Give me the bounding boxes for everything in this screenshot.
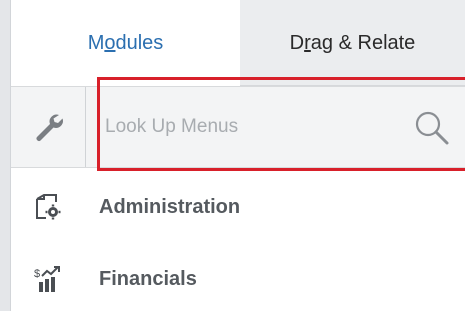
panel-left-edge xyxy=(0,0,11,311)
search-separator xyxy=(85,87,86,167)
svg-text:$: $ xyxy=(34,268,40,280)
search-icon[interactable] xyxy=(411,107,451,147)
menu-item-label: Financials xyxy=(99,267,197,290)
tab-drag-label-end: ag & Relate xyxy=(310,32,416,54)
tab-bar: Modules Drag & Relate xyxy=(11,0,465,86)
menu-panel: Modules Drag & Relate Look Up Menus Admi… xyxy=(0,0,465,311)
menu-item-administration[interactable]: Administration xyxy=(11,171,465,243)
wrench-icon xyxy=(36,114,63,141)
customize-menu-button[interactable] xyxy=(11,87,85,167)
menu-item-label: Administration xyxy=(99,195,241,218)
tab-modules[interactable]: Modules xyxy=(11,0,240,86)
tab-modules-mnemonic: o xyxy=(104,32,116,54)
menu-search-bar xyxy=(11,86,465,168)
menu-item-financials[interactable]: $ Financials xyxy=(11,243,465,311)
administration-icon xyxy=(11,171,85,243)
tab-drag-and-relate[interactable]: Drag & Relate xyxy=(240,0,465,86)
tab-drag-label-start: D xyxy=(289,32,305,54)
tab-drag-mnemonic: r xyxy=(304,32,311,54)
financials-icon: $ xyxy=(11,243,85,311)
look-up-menus-input[interactable] xyxy=(99,111,381,143)
tab-modules-label-end: dules xyxy=(115,32,164,54)
tab-modules-label-start: M xyxy=(87,32,105,54)
